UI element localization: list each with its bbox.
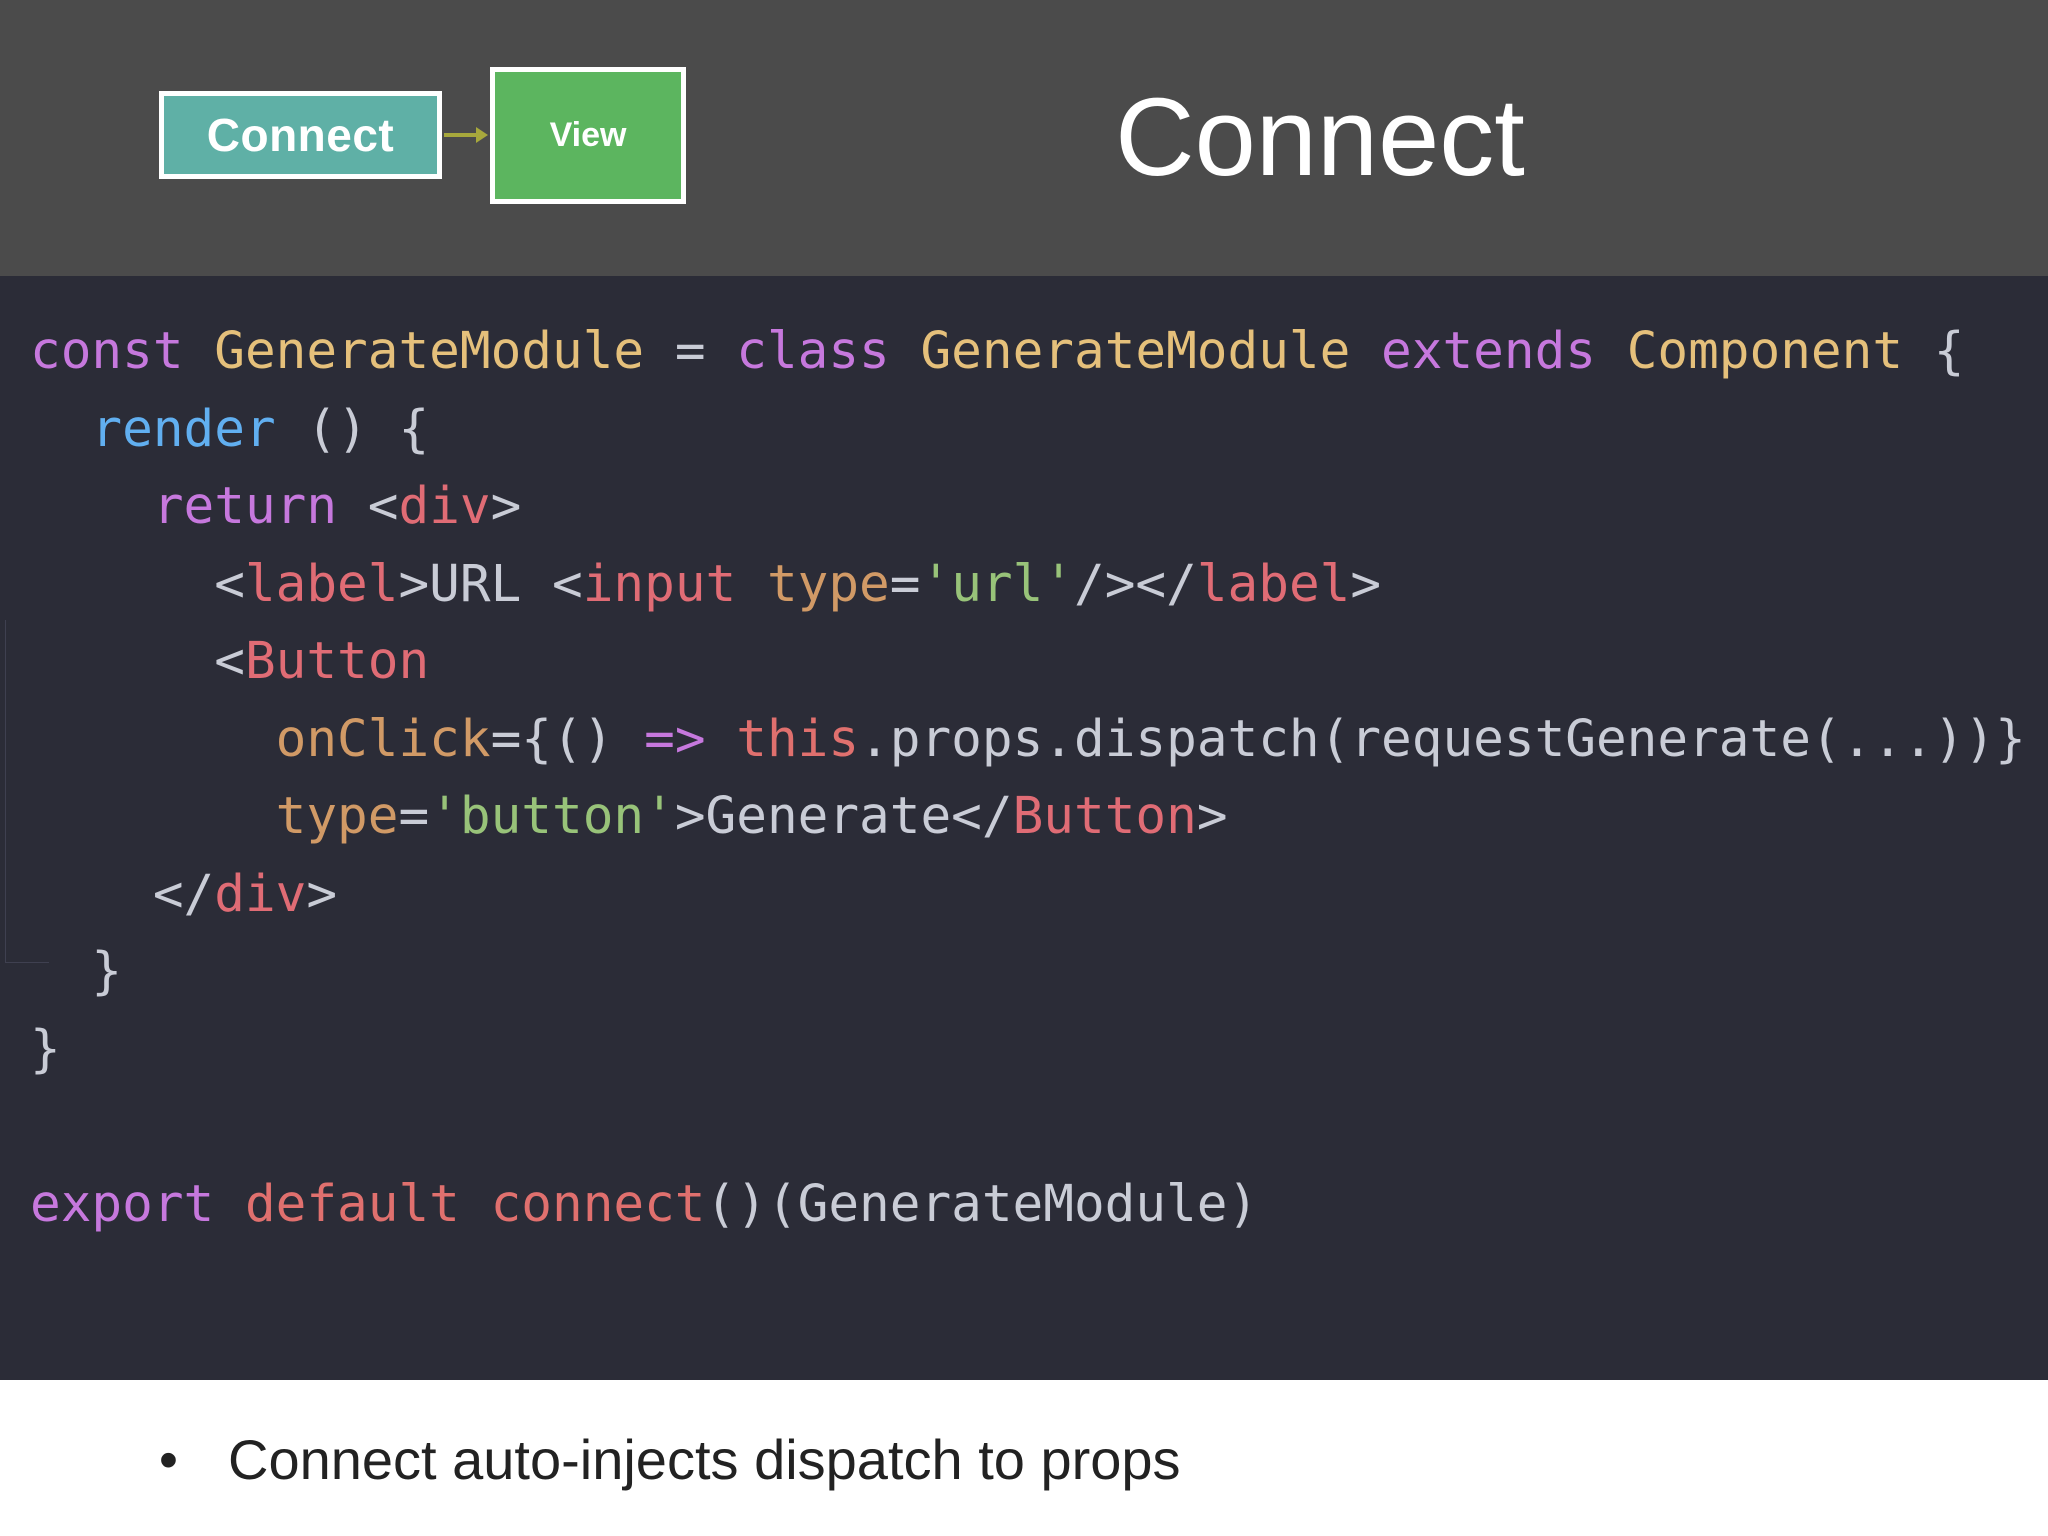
code-line: } bbox=[30, 1012, 61, 1088]
code-token: > bbox=[1350, 554, 1382, 614]
code-line: <Button bbox=[30, 624, 429, 700]
code-token: GenerateModule bbox=[214, 322, 645, 381]
code-token: const bbox=[30, 322, 215, 381]
arrow-right-icon bbox=[444, 127, 488, 143]
view-box: View bbox=[490, 67, 686, 204]
code-token: connect bbox=[490, 1174, 706, 1234]
code-token: { bbox=[1903, 322, 1965, 381]
code-token: onClick bbox=[275, 709, 491, 769]
code-token: > bbox=[490, 477, 522, 536]
bullet-marker: • bbox=[159, 1430, 178, 1490]
code-token: < bbox=[30, 632, 245, 691]
code-line: export default connect()(GenerateModule) bbox=[30, 1167, 1258, 1243]
code-line: return <div> bbox=[30, 469, 522, 545]
code-token: type bbox=[275, 787, 399, 846]
code-token: < bbox=[30, 554, 245, 614]
connect-box-label: Connect bbox=[206, 109, 395, 161]
code-token: this bbox=[736, 709, 860, 769]
code-token: } bbox=[30, 942, 123, 1001]
code-token: >Generate</ bbox=[674, 787, 1013, 846]
slide-title: Connect bbox=[1115, 76, 1525, 199]
code-token: </ bbox=[30, 864, 215, 924]
code-token: div bbox=[398, 477, 491, 536]
code-token: render bbox=[91, 399, 276, 459]
code-line: <label>URL <input type='url'/></label> bbox=[30, 547, 1381, 623]
code-token: /></ bbox=[1074, 554, 1197, 614]
code-line: render () { bbox=[30, 392, 429, 468]
code-token: = bbox=[398, 787, 430, 846]
code-token: export bbox=[30, 1174, 245, 1234]
code-line: type='button'>Generate</Button> bbox=[30, 779, 1228, 855]
connect-box: Connect bbox=[159, 91, 442, 179]
code-token: > bbox=[1196, 787, 1228, 846]
bullet-text: Connect auto-injects dispatch to props bbox=[228, 1428, 1181, 1491]
indent-guide bbox=[5, 620, 6, 962]
code-token: Component bbox=[1626, 322, 1904, 381]
code-token: type bbox=[766, 554, 890, 614]
code-token: extends bbox=[1381, 322, 1627, 381]
view-box-label: View bbox=[549, 116, 627, 154]
code-token: >URL < bbox=[398, 554, 583, 614]
code-token: < bbox=[367, 477, 399, 536]
code-token: 'url' bbox=[920, 554, 1075, 614]
code-token: > bbox=[306, 864, 338, 924]
code-line: } bbox=[30, 934, 122, 1010]
code-token: ()(GenerateModule) bbox=[705, 1174, 1259, 1234]
code-token: label bbox=[1196, 554, 1351, 614]
code-token: = bbox=[889, 554, 921, 614]
code-block: const GenerateModule = class GenerateMod… bbox=[0, 276, 2048, 1380]
code-line: const GenerateModule = class GenerateMod… bbox=[30, 314, 1964, 390]
code-token: class bbox=[736, 322, 921, 381]
code-token: label bbox=[244, 554, 399, 614]
code-line: </div> bbox=[30, 857, 337, 933]
code-token: => bbox=[644, 709, 737, 769]
code-token: input bbox=[582, 554, 767, 614]
code-token: return bbox=[152, 477, 368, 536]
code-token: Button bbox=[1012, 787, 1197, 846]
slide-header: Connect View Connect bbox=[0, 0, 2048, 276]
code-token: Button bbox=[244, 632, 430, 691]
code-token: GenerateModule bbox=[920, 322, 1382, 381]
code-token: default bbox=[244, 1174, 491, 1234]
code-token: div bbox=[214, 864, 307, 924]
code-line: onClick={() => this.props.dispatch(reque… bbox=[30, 702, 2026, 778]
code-token: () { bbox=[275, 399, 430, 459]
code-token: = bbox=[644, 322, 737, 381]
code-token: 'button' bbox=[429, 787, 675, 846]
code-token: ={() bbox=[490, 709, 645, 769]
code-token: .props.dispatch(requestGenerate(...))} bbox=[859, 709, 2026, 769]
code-token: } bbox=[30, 1019, 61, 1079]
